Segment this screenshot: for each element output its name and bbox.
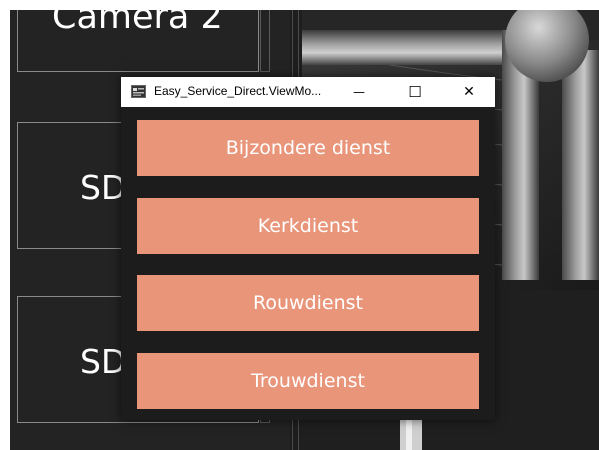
maximize-button[interactable]: ☐ (397, 77, 433, 107)
sd-tile-label: SD (80, 168, 127, 207)
close-icon: ✕ (463, 84, 475, 100)
dialog-titlebar[interactable]: Easy_Service_Direct.ViewMo... — ☐ ✕ (121, 77, 495, 107)
service-type-dialog: Easy_Service_Direct.ViewMo... — ☐ ✕ Bijz… (121, 77, 495, 420)
rouwdienst-button[interactable]: Rouwdienst (137, 275, 479, 331)
dialog-title: Easy_Service_Direct.ViewMo... (154, 84, 322, 98)
maximize-icon: ☐ (408, 83, 422, 101)
bijzondere-dienst-button[interactable]: Bijzondere dienst (137, 120, 479, 176)
minimize-icon: — (353, 85, 365, 99)
kerkdienst-button[interactable]: Kerkdienst (137, 198, 479, 254)
close-button[interactable]: ✕ (451, 77, 487, 107)
camera-tile-label: Camera 2 (52, 10, 223, 37)
trouwdienst-button[interactable]: Trouwdienst (137, 353, 479, 409)
camera-tile-2-frame (260, 10, 270, 72)
minimize-button[interactable]: — (341, 77, 377, 107)
sd-tile-label: SD (80, 342, 127, 381)
camera-tile-2[interactable]: Camera 2 (17, 10, 259, 72)
app-window-icon (131, 85, 146, 98)
